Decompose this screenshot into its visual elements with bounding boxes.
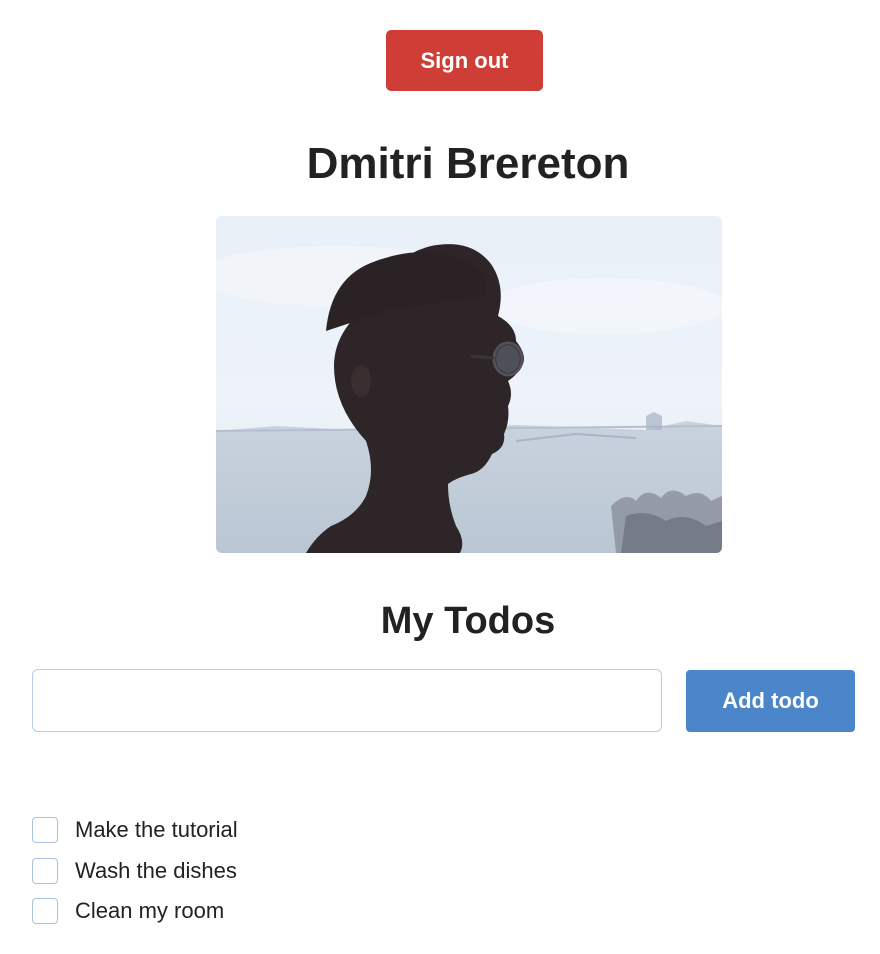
page: Sign out Dmitri Brereton My Todos Add to… (0, 0, 880, 954)
todo-checkbox[interactable] (32, 817, 58, 844)
todo-checkbox[interactable] (32, 898, 58, 925)
todo-item: Clean my room (32, 891, 238, 932)
todo-label: Make the tutorial (75, 817, 238, 843)
todo-list: Make the tutorial Wash the dishes Clean … (32, 810, 238, 932)
profile-photo-image (216, 216, 722, 553)
sign-out-button[interactable]: Sign out (386, 30, 543, 91)
new-todo-input[interactable] (32, 669, 662, 732)
user-name: Dmitri Brereton (306, 139, 630, 188)
todo-item: Wash the dishes (32, 851, 238, 892)
todos-heading: My Todos (380, 600, 556, 642)
add-todo-button[interactable]: Add todo (686, 670, 855, 732)
todo-label: Wash the dishes (75, 857, 237, 883)
todo-label: Clean my room (75, 898, 225, 924)
todo-checkbox[interactable] (32, 857, 58, 884)
todo-item: Make the tutorial (32, 810, 238, 851)
profile-photo (216, 216, 722, 553)
